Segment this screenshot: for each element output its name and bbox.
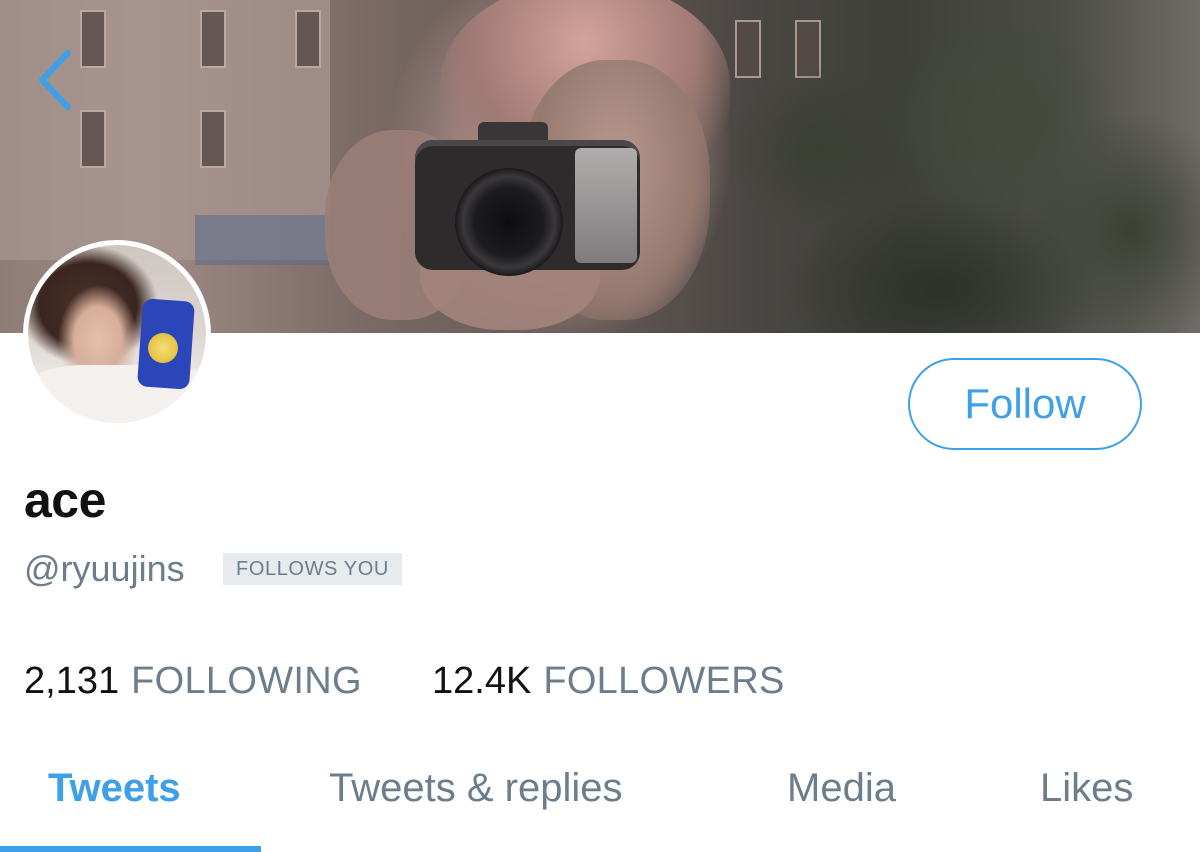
banner-window <box>200 10 226 68</box>
followers-stat[interactable]: 12.4K FOLLOWERS <box>432 660 785 703</box>
tab-tweets-and-replies[interactable]: Tweets & replies <box>329 766 622 811</box>
banner-window <box>200 110 226 168</box>
tab-tweets[interactable]: Tweets <box>48 766 181 811</box>
followers-label: FOLLOWERS <box>543 660 785 702</box>
back-button[interactable] <box>30 45 80 115</box>
tab-media[interactable]: Media <box>787 766 896 811</box>
follow-button[interactable]: Follow <box>908 358 1142 450</box>
following-count: 2,131 <box>24 660 120 702</box>
banner-fence <box>195 215 335 265</box>
avatar[interactable] <box>23 240 211 428</box>
followers-count: 12.4K <box>432 660 532 702</box>
user-handle: @ryuujins <box>24 548 185 589</box>
active-tab-indicator <box>0 846 261 852</box>
chevron-left-icon <box>39 50 71 110</box>
follows-you-badge: FOLLOWS YOU <box>223 553 402 585</box>
display-name: ace <box>24 472 106 528</box>
following-label: FOLLOWING <box>131 660 362 702</box>
camera-lens <box>455 168 563 276</box>
banner-trees <box>700 30 1200 333</box>
banner-window <box>80 110 106 168</box>
following-stat[interactable]: 2,131 FOLLOWING <box>24 660 362 703</box>
banner-window <box>80 10 106 68</box>
profile-screen: Follow ace @ryuujins FOLLOWS YOU 2,131 F… <box>0 0 1200 852</box>
avatar-flower <box>148 333 178 363</box>
banner-window <box>295 10 321 68</box>
tab-likes[interactable]: Likes <box>1040 766 1133 811</box>
camera-plate <box>575 148 637 263</box>
